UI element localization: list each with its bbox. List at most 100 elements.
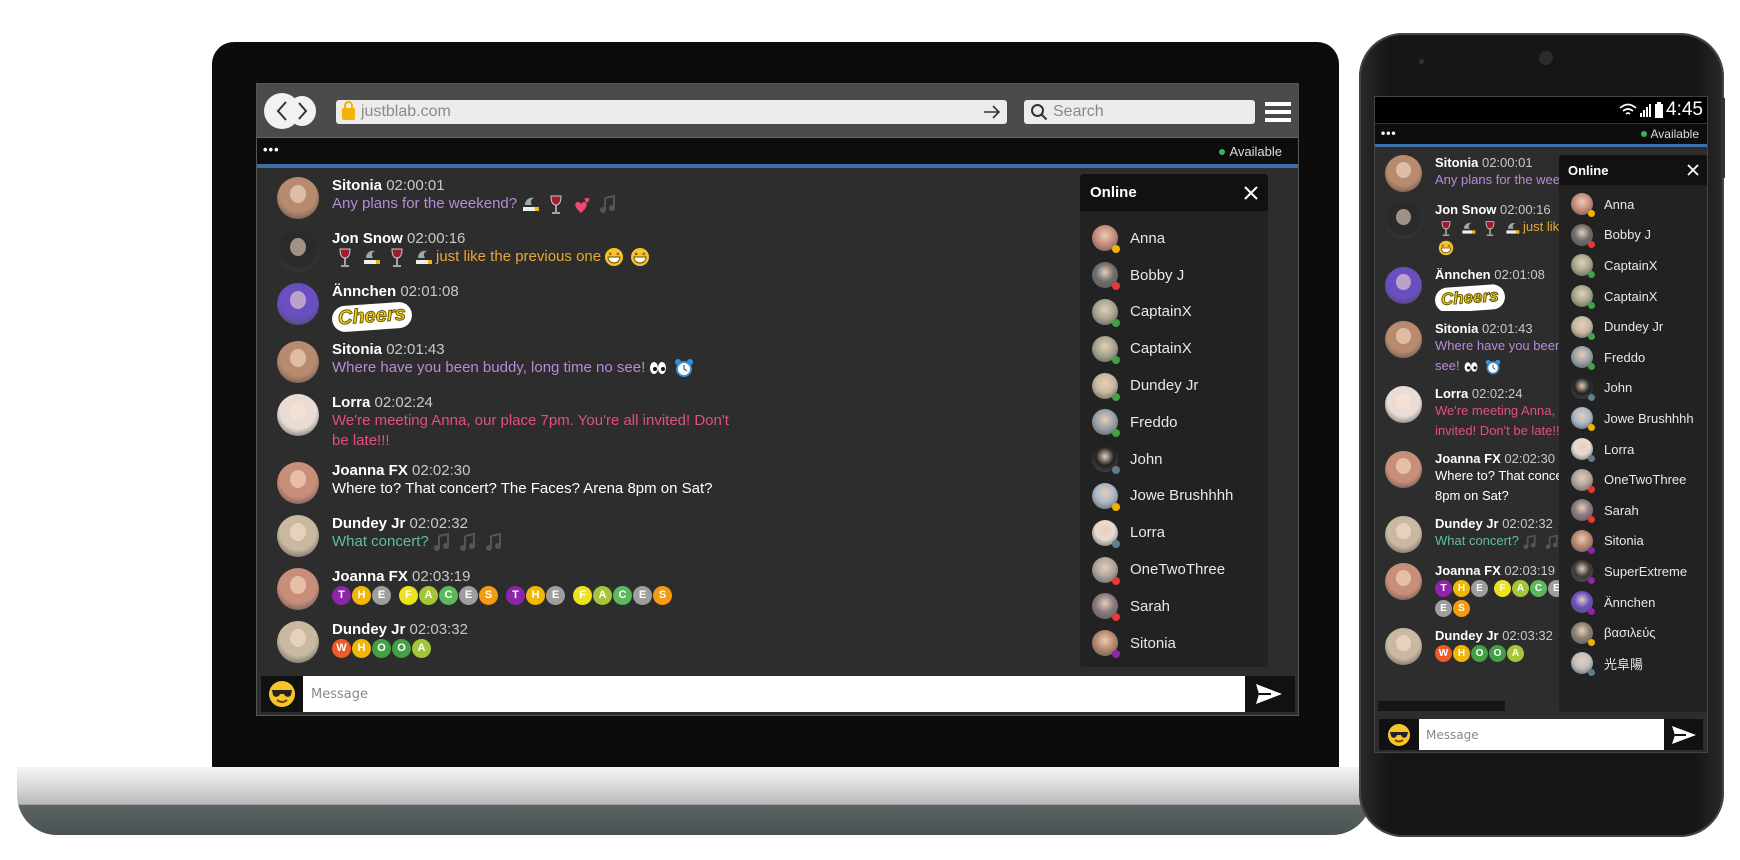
sender-name[interactable]: Dundey Jr [1435,516,1499,531]
sender-name[interactable]: Dundey Jr [332,621,405,638]
online-user-item[interactable]: John [1559,373,1707,404]
timestamp: 02:02:30 [1504,451,1555,466]
online-user-item[interactable]: CaptainX [1559,281,1707,312]
online-user-item[interactable]: Jowe Brushhhh [1080,478,1268,515]
message-input[interactable] [1419,719,1664,750]
online-user-item[interactable]: Lorra [1080,514,1268,551]
availability-label: Available [1650,127,1699,141]
online-user-item[interactable]: Dundey Jr [1559,311,1707,342]
online-user-item[interactable]: Sarah [1080,588,1268,625]
send-button[interactable] [1245,676,1293,712]
user-avatar [1571,315,1595,340]
forward-button[interactable] [288,96,316,126]
wine-icon [1441,220,1451,236]
avatar[interactable] [1385,516,1422,553]
online-user-item[interactable]: OneTwoThree [1559,464,1707,495]
more-options-button[interactable]: ••• [263,142,280,157]
avatar[interactable] [277,515,319,557]
online-user-item[interactable]: Bobby J [1559,220,1707,251]
online-user-item[interactable]: Freddo [1559,342,1707,373]
sender-name[interactable]: Joanna FX [1435,451,1501,466]
horizontal-scrollbar[interactable] [1378,701,1505,711]
sender-name[interactable]: Sitonia [332,341,382,358]
emoji-button[interactable] [1379,719,1419,750]
online-user-item[interactable]: Ännchen [1559,587,1707,618]
status-dot [1588,608,1595,616]
sender-name[interactable]: Lorra [332,394,370,411]
online-user-item[interactable]: Anna [1080,220,1268,257]
online-user-item[interactable]: Sitonia [1080,625,1268,662]
hearts-icon [575,198,590,214]
letter-bubble: O [1489,645,1506,663]
close-icon[interactable] [1244,185,1258,200]
sender-name[interactable]: Ännchen [332,283,396,300]
online-user-name: Sitonia [1604,533,1644,549]
sender-name[interactable]: Dundey Jr [332,515,405,532]
avatar[interactable] [1385,628,1422,665]
sender-name[interactable]: Ännchen [1435,267,1491,282]
avatar[interactable] [277,177,319,219]
online-user-item[interactable]: Sitonia [1559,526,1707,557]
timestamp: 02:03:19 [412,568,471,585]
avatar[interactable] [1385,321,1422,358]
online-user-item[interactable]: OneTwoThree [1080,551,1268,588]
sender-name[interactable]: Dundey Jr [1435,628,1499,643]
user-avatar [1571,468,1595,493]
sender-name[interactable]: Jon Snow [1435,202,1496,217]
avatar[interactable] [277,621,319,663]
online-user-item[interactable]: Lorra [1559,434,1707,465]
sender-name[interactable]: Sitonia [332,177,382,194]
avatar[interactable] [1385,202,1422,239]
online-user-item[interactable]: Jowe Brushhhh [1559,403,1707,434]
avatar[interactable] [277,568,319,610]
availability-status[interactable]: Available [1640,127,1699,141]
side-button[interactable] [1721,98,1725,178]
avatar[interactable] [277,341,319,383]
online-user-item[interactable]: βασιλεύς [1559,617,1707,648]
avatar[interactable] [1385,451,1422,488]
online-user-item[interactable]: John [1080,441,1268,478]
more-options-button[interactable]: ••• [1381,126,1397,140]
online-user-item[interactable]: Dundey Jr [1080,367,1268,404]
avatar[interactable] [277,394,319,436]
sender-name[interactable]: Joanna FX [332,568,408,585]
avatar[interactable] [277,230,319,272]
online-user-item[interactable]: SuperExtreme [1559,556,1707,587]
sender-name[interactable]: Joanna FX [332,462,408,479]
avatar[interactable] [1385,155,1422,192]
avatar[interactable] [1385,386,1422,423]
send-icon [1256,684,1282,704]
user-avatar [1092,482,1120,511]
avatar[interactable] [1385,267,1422,304]
online-user-item[interactable]: Freddo [1080,404,1268,441]
message-input[interactable] [303,676,1245,712]
user-avatar [1571,346,1595,371]
avatar[interactable] [277,283,319,325]
online-user-item[interactable]: Anna [1559,189,1707,220]
online-user-item[interactable]: CaptainX [1080,330,1268,367]
search-input[interactable]: Search [1024,100,1255,124]
emoji-button[interactable] [261,676,303,712]
online-user-item[interactable]: 光阜陽 [1559,648,1707,679]
availability-status[interactable]: Available [1219,144,1282,159]
online-user-item[interactable]: CaptainX [1559,250,1707,281]
go-arrow-icon[interactable] [983,105,1001,119]
message-header: Joanna FX 02:02:30 [332,462,713,479]
hamburger-menu-icon[interactable] [1265,102,1291,122]
send-button[interactable] [1664,719,1703,750]
letter-bubble: F [399,585,418,605]
status-dot [1588,210,1595,218]
online-user-item[interactable]: Bobby J [1080,257,1268,294]
url-bar[interactable]: justblab.com [336,100,1007,124]
sender-name[interactable]: Sitonia [1435,155,1478,170]
sender-name[interactable]: Lorra [1435,386,1468,401]
online-user-item[interactable]: Sarah [1559,495,1707,526]
sunglasses-emoji-icon [269,681,295,707]
close-icon[interactable] [1687,164,1699,176]
avatar[interactable] [1385,563,1422,600]
online-user-item[interactable]: CaptainX [1080,294,1268,331]
avatar[interactable] [277,462,319,504]
sender-name[interactable]: Sitonia [1435,321,1478,336]
sender-name[interactable]: Jon Snow [332,230,403,247]
sender-name[interactable]: Joanna FX [1435,563,1501,578]
